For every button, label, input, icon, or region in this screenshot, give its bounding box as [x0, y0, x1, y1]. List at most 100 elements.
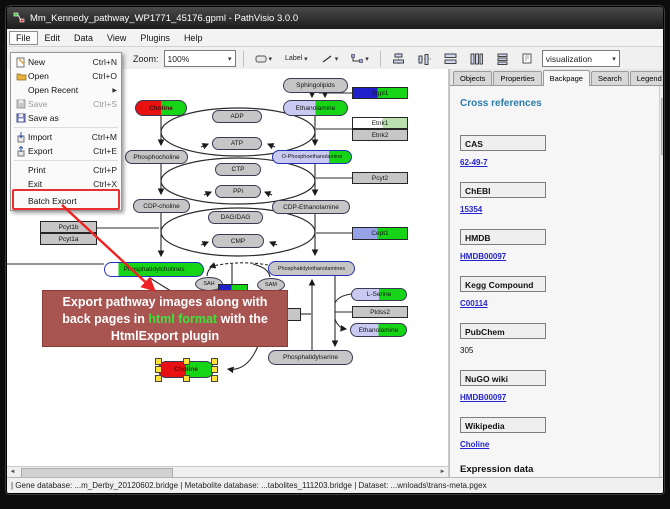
link-chebi[interactable]: 15354 [460, 205, 664, 214]
link-kegg[interactable]: C00114 [460, 299, 664, 308]
node-dag[interactable]: DAG/DAG [208, 211, 263, 224]
selection-handle[interactable] [183, 375, 190, 382]
menu-help[interactable]: Help [177, 31, 210, 45]
visualization-value: visualization [546, 54, 592, 64]
common-width-icon [444, 53, 457, 65]
menu-edit[interactable]: Edit [38, 31, 68, 45]
menu-item-shortcut: Ctrl+O [92, 71, 117, 81]
common-height-button[interactable] [466, 51, 487, 67]
link-cas[interactable]: 62-49-7 [460, 158, 664, 167]
chevron-down-icon[interactable]: ▾ [228, 55, 232, 63]
status-text: | Gene database: ...m_Derby_20120602.bri… [11, 481, 487, 490]
label-button[interactable]: Label ▾ [281, 53, 312, 65]
template-button[interactable] [518, 51, 537, 66]
zoom-label: Zoom: [133, 54, 159, 64]
gene-cept1[interactable]: Cept1 [352, 227, 408, 240]
cross-references-heading: Cross references [460, 98, 664, 109]
menu-item-label: Exit [28, 179, 93, 189]
common-height-icon [470, 53, 483, 65]
gene-sgpl1[interactable]: Sgpl1 [352, 87, 408, 99]
menu-data[interactable]: Data [67, 31, 100, 45]
chevron-down-icon[interactable]: ▾ [612, 55, 616, 63]
tab-legend[interactable]: Legend [630, 71, 664, 85]
menu-item-open[interactable]: Open Ctrl+O [11, 69, 121, 83]
node-ctp[interactable]: CTP [215, 163, 261, 176]
menu-view[interactable]: View [100, 31, 133, 45]
tab-search[interactable]: Search [591, 71, 629, 85]
node-phosphocholine[interactable]: Phosphocholine [125, 150, 188, 164]
menu-item-save-as[interactable]: Save as [11, 111, 121, 125]
menu-item-save: Save Ctrl+S [11, 97, 121, 111]
open-folder-icon [14, 71, 28, 81]
selection-handle[interactable] [211, 366, 218, 373]
selection-handle[interactable] [211, 375, 218, 382]
node-cmp[interactable]: CMP [212, 234, 264, 248]
node-phosphatidylcholines[interactable]: Phosphatidylcholines [104, 262, 204, 277]
gene-etnk2[interactable]: Etnk2 [352, 129, 408, 141]
stack-button[interactable] [492, 51, 513, 67]
tab-objects[interactable]: Objects [453, 71, 492, 85]
section-header-kegg: Kegg Compound [460, 276, 546, 292]
gene-ptdss2[interactable]: Ptdss2 [352, 306, 408, 318]
node-o-phosphoethanolamine[interactable]: O-Phosphoethanolamine [272, 150, 352, 164]
value-pubchem: 305 [460, 346, 664, 355]
scroll-left-arrow[interactable]: ◄ [7, 468, 18, 477]
gene-pcyt1b[interactable]: Pcyt1b [40, 221, 97, 233]
selection-handle[interactable] [155, 366, 162, 373]
scroll-right-arrow[interactable]: ► [437, 468, 448, 477]
tab-backpage[interactable]: Backpage [543, 70, 590, 86]
title-bar[interactable]: Mm_Kennedy_pathway_WP1771_45176.gpml - P… [7, 7, 663, 29]
node-atp[interactable]: ATP [212, 137, 262, 150]
node-sphingolipids[interactable]: Sphingolipids [283, 78, 348, 93]
section-header-cas: CAS [460, 135, 546, 151]
section-header-hmdb: HMDB [460, 229, 546, 245]
selection-handle[interactable] [155, 358, 162, 365]
node-phosphatidylserine[interactable]: Phosphatidylserine [268, 350, 353, 365]
selection-handle[interactable] [211, 358, 218, 365]
node-choline[interactable]: Choline [135, 100, 187, 116]
app-icon [13, 12, 25, 24]
panel-scrollbar[interactable] [659, 86, 664, 478]
gene-pcyt1a[interactable]: Pcyt1a [40, 233, 97, 245]
connector-button[interactable]: ▾ [347, 52, 373, 66]
node-phosphatidylethanolamines[interactable]: Phosphatidylethanolamines [268, 261, 355, 276]
visualization-combobox[interactable]: visualization ▾ [542, 50, 620, 67]
selection-handle[interactable] [155, 375, 162, 382]
node-l-serine[interactable]: L-Serine [351, 288, 407, 301]
common-width-button[interactable] [440, 51, 461, 67]
node-ethanolamine-2[interactable]: Ethanolamine [350, 323, 407, 337]
chevron-down-icon: ▾ [335, 55, 339, 63]
menu-item-new[interactable]: New Ctrl+N [11, 55, 121, 69]
align-center-button[interactable] [388, 51, 409, 67]
selection-handle[interactable] [183, 358, 190, 365]
link-nugo[interactable]: HMDB00097 [460, 393, 664, 402]
node-cdp-choline[interactable]: CDP-choline [133, 199, 190, 213]
line-button[interactable]: ▾ [317, 52, 343, 66]
toolbar-separator [380, 51, 381, 67]
link-wikipedia[interactable]: Choline [460, 440, 664, 449]
link-hmdb[interactable]: HMDB00097 [460, 252, 664, 261]
gene-etnk1[interactable]: Etnk1 [352, 117, 408, 129]
menu-item-export[interactable]: Export Ctrl+E [11, 144, 121, 158]
menu-file[interactable]: File [9, 31, 38, 45]
node-ethanolamine[interactable]: Ethanolamine [283, 100, 348, 116]
menu-item-open-recent[interactable]: Open Recent ▶ [11, 83, 121, 97]
gene-pcyt2[interactable]: Pcyt2 [352, 172, 408, 184]
menu-plugins[interactable]: Plugins [133, 31, 177, 45]
tab-properties[interactable]: Properties [493, 71, 541, 85]
menu-separator [14, 160, 118, 161]
connector-icon [351, 54, 363, 64]
template-icon [522, 53, 533, 64]
menu-item-print[interactable]: Print Ctrl+P [11, 163, 121, 177]
node-adp[interactable]: ADP [212, 110, 262, 123]
panel-scroll-thumb[interactable] [661, 98, 664, 155]
align-middle-button[interactable] [414, 51, 435, 67]
node-ppi[interactable]: PPi [215, 185, 261, 198]
zoom-combobox[interactable]: 100% ▾ [164, 50, 236, 67]
app-window: Mm_Kennedy_pathway_WP1771_45176.gpml - P… [6, 6, 664, 494]
node-cdp-ethanolamine[interactable]: CDP-Ethanolamine [272, 200, 350, 214]
menu-item-label: Export [28, 146, 93, 156]
menu-item-shortcut: Ctrl+S [93, 99, 117, 109]
datanode-button[interactable]: ▾ [251, 52, 277, 66]
menu-item-import[interactable]: Import Ctrl+M [11, 130, 121, 144]
